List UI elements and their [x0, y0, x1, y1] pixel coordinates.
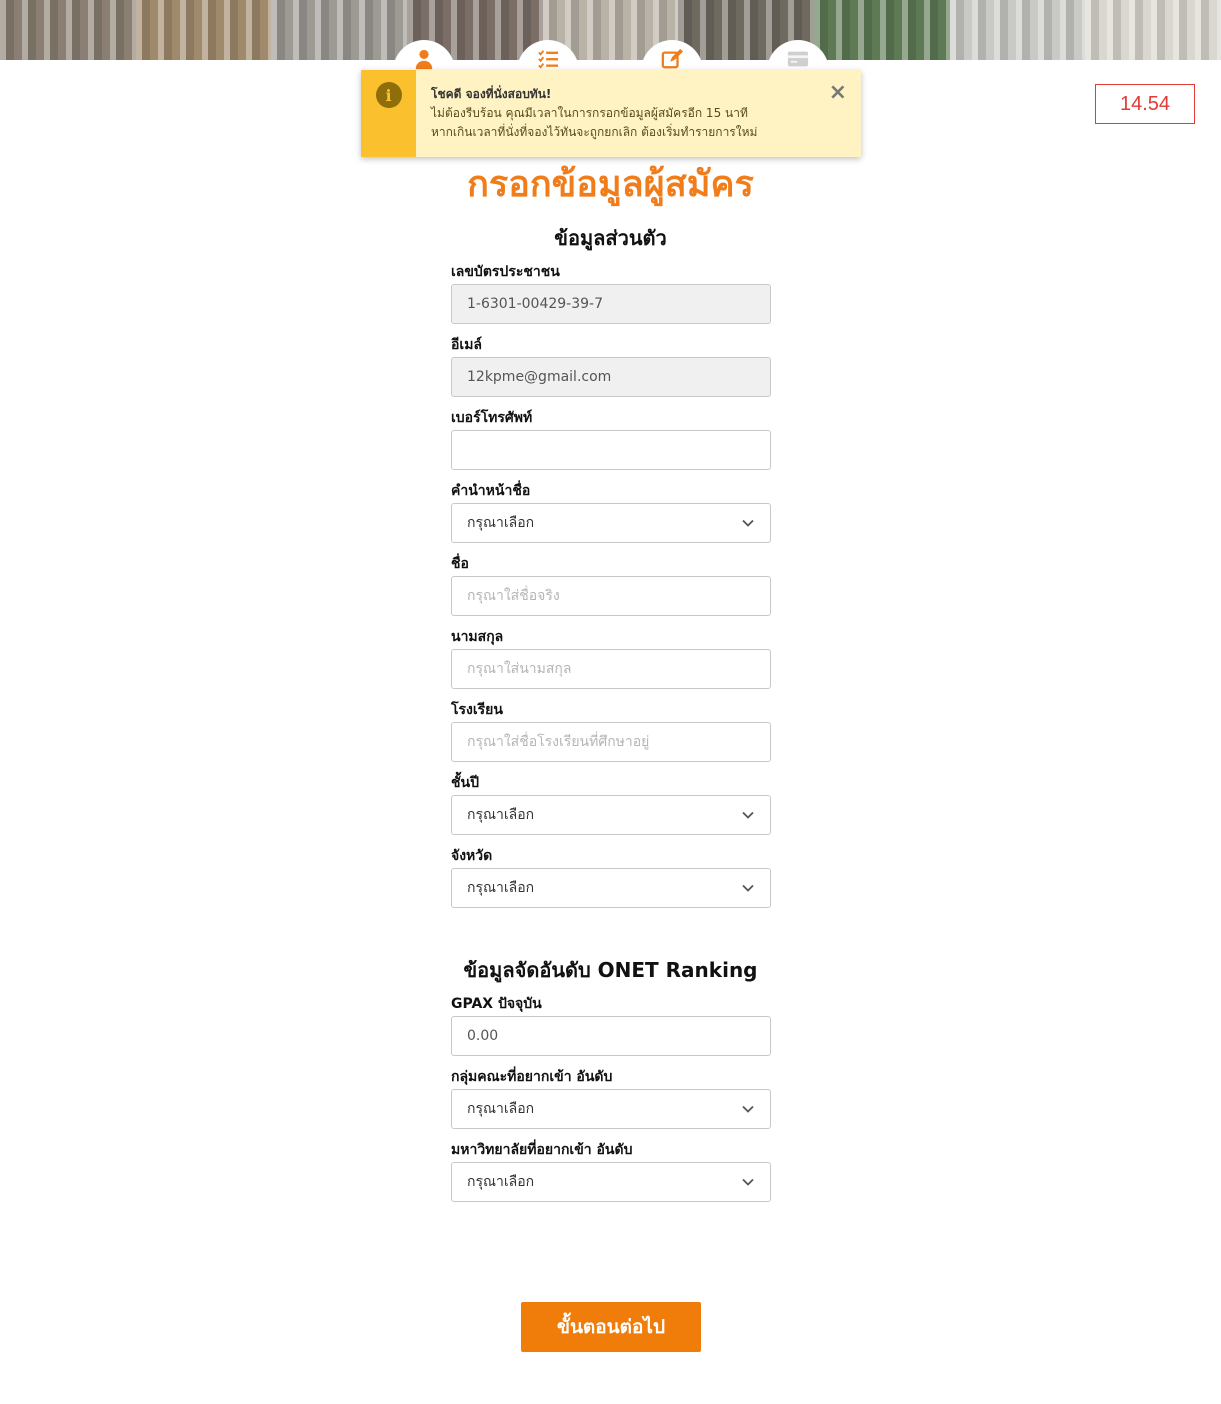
- id-label: เลขบัตรประชาชน: [451, 264, 560, 280]
- chevron-down-icon: [742, 884, 754, 892]
- section-title-personal: ข้อมูลส่วนตัว: [554, 226, 667, 250]
- university-label: มหาวิทยาลัยที่อยากเข้า อันดับ: [451, 1142, 633, 1158]
- grade-select-value: กรุณาเลือก: [467, 807, 535, 823]
- edit-icon: [661, 48, 683, 69]
- banner-photo: [271, 0, 408, 60]
- province-select[interactable]: กรุณาเลือก: [451, 868, 771, 908]
- phone-label: เบอร์โทรศัพท์: [451, 410, 533, 426]
- header-banner: [0, 0, 1221, 60]
- banner-photo: [1085, 0, 1221, 60]
- alert-text: โชคดี จองที่นั่งสอบทัน! ไม่ต้องรีบร้อน ค…: [416, 70, 816, 157]
- chevron-down-icon: [742, 519, 754, 527]
- faculty-label: กลุ่มคณะที่อยากเข้า อันดับ: [451, 1069, 613, 1085]
- faculty-select-value: กรุณาเลือก: [467, 1101, 535, 1117]
- alert-line-2: หากเกินเวลาที่นั่งที่จองไว้ทันจะถูกยกเลิ…: [431, 125, 758, 139]
- section-title-ranking: ข้อมูลจัดอันดับ ONET Ranking: [463, 958, 758, 982]
- banner-photo: [0, 0, 136, 60]
- province-select-value: กรุณาเลือก: [467, 880, 535, 896]
- prefix-select[interactable]: กรุณาเลือก: [451, 503, 771, 543]
- firstname-label: ชื่อ: [451, 556, 469, 572]
- page-title: กรอกข้อมูลผู้สมัคร: [467, 164, 754, 205]
- credit-card-icon: [787, 51, 809, 67]
- university-select[interactable]: กรุณาเลือก: [451, 1162, 771, 1202]
- province-label: จังหวัด: [451, 848, 493, 864]
- chevron-down-icon: [742, 811, 754, 819]
- email-field[interactable]: [451, 357, 771, 397]
- next-step-button[interactable]: ขั้นตอนต่อไป: [521, 1302, 701, 1352]
- countdown-timer: 14.54: [1095, 84, 1195, 124]
- school-field[interactable]: [451, 722, 771, 762]
- chevron-down-icon: [742, 1105, 754, 1113]
- banner-photo: [949, 0, 1086, 60]
- checklist-icon: [538, 50, 559, 69]
- chevron-down-icon: [742, 1178, 754, 1186]
- university-select-value: กรุณาเลือก: [467, 1174, 535, 1190]
- grade-label: ชั้นปี: [451, 775, 479, 791]
- faculty-select[interactable]: กรุณาเลือก: [451, 1089, 771, 1129]
- lastname-field[interactable]: [451, 649, 771, 689]
- alert-title: โชคดี จองที่นั่งสอบทัน!: [431, 87, 552, 101]
- gpax-field[interactable]: [451, 1016, 771, 1056]
- info-icon: i: [375, 82, 402, 108]
- prefix-select-value: กรุณาเลือก: [467, 515, 535, 531]
- reservation-alert: i โชคดี จองที่นั่งสอบทัน! ไม่ต้องรีบร้อน…: [361, 70, 861, 157]
- email-label: อีเมล์: [451, 337, 483, 353]
- lastname-label: นามสกุล: [451, 629, 504, 645]
- firstname-field[interactable]: [451, 576, 771, 616]
- phone-field[interactable]: [451, 430, 771, 470]
- id-card-field[interactable]: [451, 284, 771, 324]
- banner-photo: [814, 0, 950, 60]
- prefix-label: คำนำหน้าชื่อ: [451, 483, 531, 499]
- alert-line-1: ไม่ต้องรีบร้อน คุณมีเวลาในการกรอกข้อมูลผ…: [431, 106, 748, 120]
- user-icon: [415, 49, 433, 70]
- gpax-label: GPAX ปัจจุบัน: [451, 996, 542, 1012]
- grade-select[interactable]: กรุณาเลือก: [451, 795, 771, 835]
- school-label: โรงเรียน: [451, 702, 503, 718]
- close-icon[interactable]: ×: [829, 82, 847, 104]
- banner-photo: [135, 0, 272, 60]
- alert-icon-bar: i: [361, 70, 416, 157]
